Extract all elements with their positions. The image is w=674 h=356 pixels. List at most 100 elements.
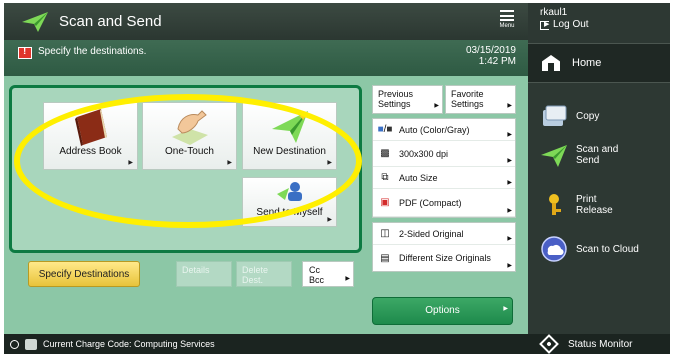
- options-label: Options: [425, 305, 460, 316]
- home-icon: [542, 55, 560, 71]
- user-name: rkaul1: [540, 7, 568, 18]
- pdf-icon: ▣: [380, 197, 390, 208]
- delete-dest-button[interactable]: Delete Dest.: [236, 261, 292, 287]
- corner-arrow-icon: ▶: [345, 276, 350, 282]
- bcc-label: Bcc: [309, 275, 325, 285]
- size-setting[interactable]: ⧉ Auto Size ▶: [373, 167, 515, 189]
- menu-icon: [500, 10, 514, 21]
- one-touch-button[interactable]: One-Touch ▶: [142, 102, 237, 170]
- home-button[interactable]: Home: [528, 43, 670, 83]
- new-destination-button[interactable]: ✦ New Destination ▶: [242, 102, 337, 170]
- corner-arrow-icon: ▶: [507, 132, 512, 138]
- color-mode-icon: ■/■: [377, 124, 393, 135]
- original-settings-group: ◫ 2-Sided Original ▶ ▤ Different Size Or…: [372, 222, 516, 272]
- status-footer: Current Charge Code: Computing Services: [4, 334, 528, 354]
- scan-cloud-icon: [541, 236, 567, 262]
- app-title: Scan and Send: [59, 13, 162, 30]
- corner-arrow-icon: ▶: [503, 306, 508, 312]
- corner-arrow-icon: ▶: [327, 160, 332, 166]
- two-sided-icon: ◫: [380, 228, 390, 239]
- message-bar: Specify the destinations. 03/15/2019 1:4…: [4, 40, 528, 76]
- two-sided-setting[interactable]: ◫ 2-Sided Original ▶: [373, 223, 515, 245]
- scan-settings-group: ■/■ Auto (Color/Gray) ▶ ▩ 300x300 dpi ▶ …: [372, 118, 516, 218]
- info-icon: [10, 339, 19, 349]
- logout-button[interactable]: Log Out: [540, 19, 589, 31]
- color-mode-value: Auto (Color/Gray): [399, 124, 470, 135]
- print-release-icon: [549, 194, 561, 215]
- destination-actions: Specify Destinations Details Delete Dest…: [28, 259, 360, 289]
- tile-label: One-Touch: [165, 146, 214, 157]
- warning-icon: [18, 46, 32, 59]
- sidebar-label: Scan to Cloud: [576, 243, 639, 255]
- tile-label: New Destination: [253, 146, 326, 157]
- menu-label: Menu: [499, 23, 515, 29]
- cc-label: Cc: [309, 265, 320, 275]
- address-book-button[interactable]: Address Book ▶: [43, 102, 138, 170]
- favorite-settings-label: Favorite Settings: [451, 89, 484, 109]
- logout-label: Log Out: [553, 19, 589, 30]
- corner-arrow-icon: ▶: [507, 103, 512, 109]
- file-format-value: PDF (Compact): [399, 197, 462, 208]
- file-format-setting[interactable]: ▣ PDF (Compact) ▶: [373, 189, 515, 217]
- sidebar-item-copy[interactable]: Copy: [528, 96, 670, 136]
- different-size-icon: ▤: [380, 252, 390, 264]
- specify-destinations-button[interactable]: Specify Destinations: [28, 261, 140, 287]
- scan-send-icon: [22, 12, 48, 32]
- svg-text:✦: ✦: [298, 110, 308, 124]
- one-touch-icon: [171, 110, 208, 145]
- previous-settings-label: Previous Settings: [378, 89, 414, 109]
- user-info: rkaul1 Log Out: [540, 7, 589, 31]
- copy-icon: [543, 105, 567, 126]
- status-monitor-button[interactable]: Status Monitor: [528, 334, 670, 354]
- settings-panel: Previous Settings ▶ Favorite Settings ▶ …: [372, 85, 516, 272]
- charge-code-text: Current Charge Code: Computing Services: [43, 339, 215, 349]
- size-value: Auto Size: [399, 172, 438, 183]
- sidebar-item-print-release[interactable]: Print Release: [528, 185, 670, 225]
- destination-panel: Address Book ▶ One-Touch ▶ ✦ New Destina…: [9, 85, 362, 253]
- resolution-setting[interactable]: ▩ 300x300 dpi ▶: [373, 141, 515, 167]
- different-size-label: Different Size Originals: [399, 253, 491, 263]
- sidebar-label: Copy: [576, 110, 600, 122]
- corner-arrow-icon: ▶: [227, 160, 232, 166]
- sidebar-label: Print Release: [576, 194, 613, 216]
- color-mode-setting[interactable]: ■/■ Auto (Color/Gray) ▶: [373, 119, 515, 141]
- address-book-icon: [74, 109, 107, 146]
- sidebar-item-scan-send[interactable]: Scan and Send: [528, 135, 670, 175]
- send-to-myself-button[interactable]: Send to Myself ▶: [242, 177, 337, 227]
- different-size-setting[interactable]: ▤ Different Size Originals ▶: [373, 245, 515, 271]
- original-size-icon: ⧉: [381, 172, 389, 183]
- date-time: 03/15/2019 1:42 PM: [466, 45, 516, 67]
- corner-arrow-icon: ▶: [507, 236, 512, 242]
- resolution-value: 300x300 dpi: [399, 148, 449, 159]
- corner-arrow-icon: ▶: [434, 103, 439, 109]
- right-panel: rkaul1 Log Out Home Copy Scan and Send: [528, 3, 670, 354]
- new-destination-icon: ✦: [271, 110, 308, 143]
- sidebar-label: Scan and Send: [576, 144, 619, 166]
- home-label: Home: [572, 57, 602, 69]
- sidebar-item-scan-cloud[interactable]: Scan to Cloud: [528, 229, 670, 269]
- details-button[interactable]: Details: [176, 261, 232, 287]
- instruction-message: Specify the destinations.: [38, 46, 147, 57]
- device-screen: Scan and Send Menu Specify the destinati…: [4, 3, 670, 354]
- logout-icon: [540, 19, 549, 31]
- favorite-settings-button[interactable]: Favorite Settings ▶: [445, 85, 516, 114]
- title-bar: Scan and Send Menu: [4, 3, 528, 40]
- charge-code-icon: [25, 338, 37, 350]
- tile-label: Send to Myself: [256, 207, 323, 218]
- corner-arrow-icon: ▶: [507, 158, 512, 164]
- menu-button[interactable]: Menu: [492, 7, 522, 37]
- time-text: 1:42 PM: [478, 56, 516, 67]
- tile-label: Address Book: [59, 146, 122, 157]
- scan-send-icon: [541, 145, 567, 167]
- previous-settings-button[interactable]: Previous Settings ▶: [372, 85, 443, 114]
- corner-arrow-icon: ▶: [327, 217, 332, 223]
- two-sided-label: 2-Sided Original: [399, 228, 464, 239]
- corner-arrow-icon: ▶: [507, 263, 512, 269]
- corner-arrow-icon: ▶: [507, 180, 512, 186]
- settings-shortcuts: Previous Settings ▶ Favorite Settings ▶: [372, 85, 516, 114]
- date-text: 03/15/2019: [465, 45, 516, 56]
- corner-arrow-icon: ▶: [128, 160, 133, 166]
- cc-bcc-button[interactable]: Cc Bcc ▶: [302, 261, 354, 287]
- options-button[interactable]: Options ▶: [372, 297, 513, 325]
- status-monitor-icon: [539, 334, 559, 354]
